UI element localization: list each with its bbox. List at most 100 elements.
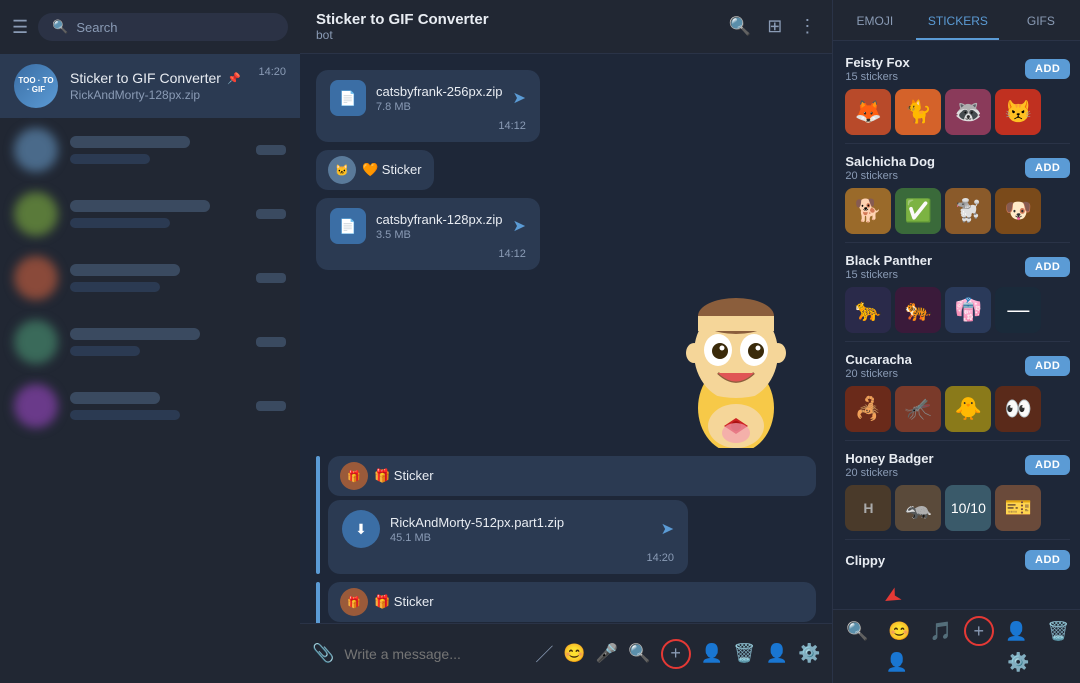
sticker-thumb-dog-4[interactable]: 🐶: [995, 188, 1041, 234]
section-count-salchicha-dog: 20 stickers: [845, 170, 935, 182]
file-icon-1: 📄: [330, 80, 366, 116]
left-bar-2: [316, 582, 320, 623]
section-feisty-fox: Feisty Fox 15 stickers ADD 🦊 🐈 🦝 😾: [833, 49, 1080, 139]
mic-icon[interactable]: 🎤: [596, 643, 618, 664]
sidebar-item-3[interactable]: [0, 182, 300, 246]
msg-time-1: 14:12: [330, 120, 526, 132]
section-name-cucaracha: Cucaracha: [845, 352, 911, 367]
sidebar-header: ☰ 🔍 Search: [0, 0, 300, 54]
sticker-previews-cucaracha: 🦂 🦟 🐥 👀: [845, 386, 1070, 432]
sidebar-item-4[interactable]: [0, 246, 300, 310]
slash-icon[interactable]: ／: [535, 641, 553, 667]
sticker-label-1: 🧡 Sticker: [362, 162, 422, 178]
add-btn-clippy[interactable]: ADD: [1025, 550, 1070, 570]
header-icons: 🔍 ⊞ ⋮: [729, 16, 817, 37]
add-btn-honey-badger[interactable]: ADD: [1025, 455, 1070, 475]
bottom-plus-button[interactable]: +: [964, 616, 994, 646]
section-clippy: Clippy ADD ➤: [833, 544, 1080, 580]
item-time: 14:20: [258, 66, 286, 78]
add-btn-black-panther[interactable]: ADD: [1025, 257, 1070, 277]
sticker-thumb-cuca-3[interactable]: 🐥: [945, 386, 991, 432]
file-bubble-1: 📄 catsbyfrank-256px.zip 7.8 MB ➤ 14:12: [316, 70, 540, 142]
bottom-music-icon[interactable]: 🎵: [922, 617, 960, 646]
add-btn-salchicha-dog[interactable]: ADD: [1025, 158, 1070, 178]
sticker-panel: EMOJI STICKERS GIFS Feisty Fox 15 sticke…: [832, 0, 1080, 683]
sticker-thumb-panther-3[interactable]: 👘: [945, 287, 991, 333]
sticker-thumb-panther-4[interactable]: —: [995, 287, 1041, 333]
section-count-cucaracha: 20 stickers: [845, 368, 911, 380]
sticker-thumb-cuca-1[interactable]: 🦂: [845, 386, 891, 432]
sticker-thumb-cuca-4[interactable]: 👀: [995, 386, 1041, 432]
sidebar-item-2[interactable]: [0, 118, 300, 182]
section-name-salchicha-dog: Salchicha Dog: [845, 154, 935, 169]
sticker-thumb-fox-4[interactable]: 😾: [995, 89, 1041, 135]
section-cucaracha: Cucaracha 20 stickers ADD 🦂 🦟 🐥 👀: [833, 346, 1080, 436]
bottom-emoji-icon[interactable]: 😊: [880, 617, 918, 646]
settings-icon[interactable]: ⚙️: [798, 643, 820, 664]
sticker-thumb-hb-2[interactable]: 🦡: [895, 485, 941, 531]
message-input[interactable]: [344, 646, 525, 662]
more-icon[interactable]: ⋮: [798, 16, 816, 37]
section-honey-badger: Honey Badger 20 stickers ADD H 🦡 10/10 🎫: [833, 445, 1080, 535]
tab-emoji[interactable]: EMOJI: [833, 0, 916, 40]
sticker-thumb-hb-4[interactable]: 🎫: [995, 485, 1041, 531]
sticker-avatar-2: 🎁: [340, 462, 368, 490]
sticker-thumb-hb-1[interactable]: H: [845, 485, 891, 531]
sticker-thumb-fox-2[interactable]: 🐈: [895, 89, 941, 135]
section-name-feisty-fox: Feisty Fox: [845, 55, 909, 70]
bottom-person-icon[interactable]: 👤: [997, 617, 1035, 646]
bottom-person2-icon[interactable]: 👤: [878, 648, 916, 677]
section-name-honey-badger: Honey Badger: [845, 451, 933, 466]
bottom-trash-icon[interactable]: 🗑️: [1039, 617, 1077, 646]
divider-3: [845, 341, 1070, 342]
add-btn-feisty-fox[interactable]: ADD: [1025, 59, 1070, 79]
forward-icon-3[interactable]: ➤: [661, 519, 674, 539]
sidebar: ☰ 🔍 Search TOO · TO · GIF Sticker to GIF…: [0, 0, 300, 683]
red-arrow: ➤: [878, 581, 907, 609]
forward-icon-2[interactable]: ➤: [512, 216, 525, 236]
sticker-thumb-hb-3[interactable]: 10/10: [945, 485, 991, 531]
sticker-thumb-dog-2[interactable]: ✅: [895, 188, 941, 234]
sticker-thumb-dog-1[interactable]: 🐕: [845, 188, 891, 234]
sticker-list: Feisty Fox 15 stickers ADD 🦊 🐈 🦝 😾 Salch…: [833, 41, 1080, 609]
item-info-sticker-bot: Sticker to GIF Converter 📌 RickAndMorty-…: [70, 70, 246, 102]
bottom-settings-icon[interactable]: ⚙️: [999, 648, 1037, 677]
avatar-6: [14, 384, 58, 428]
layout-icon[interactable]: ⊞: [767, 16, 782, 37]
sticker-thumb-dog-3[interactable]: 🐩: [945, 188, 991, 234]
search-box[interactable]: 🔍 Search: [38, 13, 288, 41]
sticker-thumb-panther-1[interactable]: 🐆: [845, 287, 891, 333]
bottom-search-icon[interactable]: 🔍: [838, 617, 876, 646]
sidebar-item-6[interactable]: [0, 374, 300, 438]
attach-icon[interactable]: 📎: [312, 643, 334, 664]
forward-icon-1[interactable]: ➤: [512, 88, 525, 108]
msg-time-2: 14:12: [330, 248, 526, 260]
sticker-avatar-3: 🎁: [340, 588, 368, 616]
sticker-thumb-fox-1[interactable]: 🦊: [845, 89, 891, 135]
add-btn-cucaracha[interactable]: ADD: [1025, 356, 1070, 376]
sticker-thumb-cuca-2[interactable]: 🦟: [895, 386, 941, 432]
file-name-3: RickAndMorty-512px.part1.zip: [390, 515, 651, 530]
sticker-thumb-fox-3[interactable]: 🦝: [945, 89, 991, 135]
person2-icon[interactable]: 👤: [766, 643, 788, 664]
search-chat-icon[interactable]: 🔍: [729, 16, 751, 37]
sidebar-item-sticker-bot[interactable]: TOO · TO · GIF Sticker to GIF Converter …: [0, 54, 300, 118]
section-count-black-panther: 15 stickers: [845, 269, 932, 281]
sticker-label-2: 🎁 Sticker: [374, 468, 434, 484]
person-icon[interactable]: 👤: [701, 643, 723, 664]
search-label: Search: [76, 20, 117, 35]
file-bubble-2: 📄 catsbyfrank-128px.zip 3.5 MB ➤ 14:12: [316, 198, 540, 270]
tab-gifs[interactable]: GIFS: [999, 0, 1080, 40]
emoji-icon[interactable]: 😊: [563, 643, 585, 664]
sidebar-item-5[interactable]: [0, 310, 300, 374]
plus-button[interactable]: +: [661, 639, 691, 669]
sticker-previews-salchicha-dog: 🐕 ✅ 🐩 🐶: [845, 188, 1070, 234]
avatar-3: [14, 192, 58, 236]
menu-icon[interactable]: ☰: [12, 17, 28, 38]
sticker-tabs: EMOJI STICKERS GIFS: [833, 0, 1080, 41]
sticker-search-icon[interactable]: 🔍: [628, 643, 650, 664]
tab-stickers[interactable]: STICKERS: [916, 0, 999, 40]
section-black-panther: Black Panther 15 stickers ADD 🐆 🐅 👘 —: [833, 247, 1080, 337]
trash-icon[interactable]: 🗑️: [733, 643, 755, 664]
sticker-thumb-panther-2[interactable]: 🐅: [895, 287, 941, 333]
